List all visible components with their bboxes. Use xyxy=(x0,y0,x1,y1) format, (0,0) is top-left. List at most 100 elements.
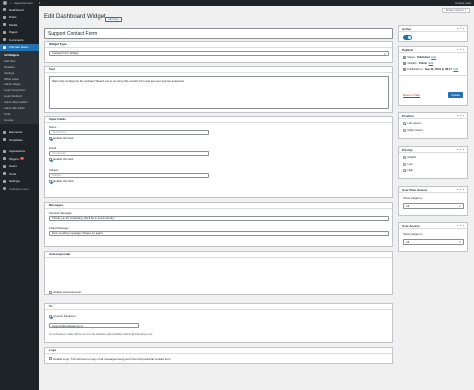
wrench-icon xyxy=(3,172,6,176)
subject-label: Subject xyxy=(49,168,59,172)
subject-placeholder-input[interactable]: Subject xyxy=(49,172,209,178)
text-heading: Text xyxy=(45,67,392,73)
home-icon: ⌂ xyxy=(10,1,12,5)
dashboard-widget-icon xyxy=(3,45,6,49)
sidebar-collapse-menu[interactable]: Collapse menu xyxy=(0,185,39,193)
logs-box: Logs Enable Logs. This will store a copy… xyxy=(44,347,393,364)
user-access-select[interactable]: All ▼ xyxy=(403,239,464,245)
users-icon xyxy=(3,164,6,168)
sidebar-item-tools[interactable]: Tools xyxy=(0,170,39,178)
email-label: Email xyxy=(49,146,56,150)
sidebar-item-comments[interactable]: Comments xyxy=(0,36,39,44)
success-message-label: Success Message xyxy=(49,211,72,215)
enable-logs-checkbox[interactable]: Enable Logs. This will store a copy of a… xyxy=(49,357,171,361)
radio-selected xyxy=(403,122,406,125)
radio-unselected xyxy=(403,128,406,132)
sidebar-item-ultimate-dashboard[interactable]: Ultimate Dash... xyxy=(0,43,39,51)
key-icon xyxy=(403,56,406,59)
position-right-radio[interactable]: Right column xyxy=(403,128,423,132)
elementor-icon xyxy=(3,130,6,134)
status-row: Status: Published Edit xyxy=(403,56,436,59)
recipient-email-input[interactable]: support@smartagency.io xyxy=(49,323,139,328)
wordpress-logo-icon[interactable] xyxy=(3,1,7,5)
sidebar-submenu: All Widgets Add New Modules Settings Whi… xyxy=(0,51,39,124)
updates-count[interactable]: 1 xyxy=(39,1,41,5)
autoresponder-heading: Autoresponder xyxy=(45,252,392,258)
box-controls-icon[interactable]: ▲▼▲ xyxy=(457,115,465,117)
main-content: Screen Options ▾ Edit Dashboard Widget Ad… xyxy=(39,6,474,390)
update-button[interactable]: Update xyxy=(447,92,463,98)
box-controls-icon[interactable]: ▲▼▲ xyxy=(457,149,465,151)
templates-icon xyxy=(3,138,6,142)
sidebar-item-pages[interactable]: Pages xyxy=(0,29,39,37)
position-box: Position ▲▼▲ Left column Right column xyxy=(398,112,468,139)
box-controls-icon[interactable]: ▲▼▲ xyxy=(457,49,465,51)
text-textarea[interactable]: Want help configuring the website? Reach… xyxy=(49,76,389,109)
priority-default-radio[interactable]: Default xyxy=(403,156,416,159)
success-message-input[interactable]: Thank you for contacting. We'll be in to… xyxy=(49,215,389,221)
widget-title-input[interactable]: Support Contact Form xyxy=(44,28,393,39)
user-role-select[interactable]: All ▼ xyxy=(403,203,464,209)
visibility-edit-link[interactable]: Edit xyxy=(429,62,434,65)
email-enable-checkbox[interactable]: Enable this field xyxy=(49,157,73,161)
box-controls-icon[interactable]: ▲▼▲ xyxy=(457,225,465,227)
settings-icon xyxy=(3,179,6,183)
pin-icon xyxy=(3,15,6,19)
screen-options-button[interactable]: Screen Options ▾ xyxy=(441,7,470,13)
email-placeholder-input[interactable]: Your Email xyxy=(49,150,209,156)
checkbox-unchecked xyxy=(49,357,52,360)
visibility-row: Visibility: Public Edit xyxy=(403,62,433,65)
radio-selected xyxy=(403,169,406,172)
messages-box: Messages Success Message Thank you for c… xyxy=(44,202,393,247)
sidebar-item-users[interactable]: Users xyxy=(0,163,39,171)
sidebar-item-templates[interactable]: Templates xyxy=(0,136,39,144)
dashboard-icon xyxy=(3,8,6,12)
chevron-down-icon: ▾ xyxy=(464,8,466,12)
active-toggle[interactable] xyxy=(403,35,412,40)
enable-autoresponder-checkbox[interactable]: Enable Autoresponder xyxy=(49,290,81,294)
priority-low-radio[interactable]: Low xyxy=(403,162,412,166)
sidebar-item-plugins[interactable]: Plugins 6 xyxy=(0,155,39,163)
sidebar-item-elementor[interactable]: Elementor xyxy=(0,129,39,137)
sidebar-item-dashboard[interactable]: Dashboard xyxy=(0,6,39,14)
move-to-trash-link[interactable]: Move to Trash xyxy=(403,94,420,97)
add-new-button[interactable]: Add New xyxy=(105,17,122,22)
checkbox-checked xyxy=(49,314,52,318)
chevron-down-icon: ▼ xyxy=(383,52,386,56)
user-role-access-box: User Role Access ▲▼▲ Show widget to: All ▼ xyxy=(398,186,468,216)
publish-box: Publish ▲▼▲ Status: Published Edit Visibili… xyxy=(398,46,468,106)
comment-icon xyxy=(3,38,6,42)
box-controls-icon[interactable]: ▲▼▲ xyxy=(457,28,465,30)
logs-heading: Logs xyxy=(45,348,392,354)
submenu-license[interactable]: License xyxy=(0,117,39,123)
box-controls-icon[interactable]: ▲▼▲ xyxy=(457,189,465,191)
custom-recipient-checkbox[interactable]: Custom Recipient xyxy=(49,314,76,318)
sidebar-item-appearance[interactable]: Appearance xyxy=(0,148,39,156)
failed-message-label: Failed Message xyxy=(49,226,69,230)
howdy-user[interactable]: Howdy, jaoli xyxy=(455,1,471,5)
subject-enable-checkbox[interactable]: Enable this field xyxy=(49,179,73,183)
admin-bar-site[interactable]: ⌂ mayorpor.com xyxy=(10,1,33,5)
media-icon xyxy=(3,23,6,27)
published-edit-link[interactable]: Edit xyxy=(454,68,459,71)
plug-icon xyxy=(3,157,6,161)
active-heading: Active ▲▼▲ xyxy=(399,26,467,32)
radio-unselected xyxy=(403,162,406,166)
radio-unselected xyxy=(403,156,406,159)
name-placeholder-input[interactable]: Your Name xyxy=(49,129,209,135)
sidebar-item-media[interactable]: Media xyxy=(0,21,39,29)
status-edit-link[interactable]: Edit xyxy=(431,56,436,59)
failed-message-input[interactable]: Error sending message. Please try again. xyxy=(49,230,389,236)
widget-type-select[interactable]: Contact Form Widget ▼ xyxy=(49,50,389,56)
active-box: Active ▲▼▲ xyxy=(398,25,468,42)
position-left-radio[interactable]: Left column xyxy=(403,122,421,125)
priority-box: Priority ▲▼▲ Default Low High xyxy=(398,146,468,179)
priority-high-radio[interactable]: High xyxy=(403,169,413,172)
position-heading: Position ▲▼▲ xyxy=(399,113,467,119)
admin-sidebar: Dashboard Posts Media Pages Comments Ult… xyxy=(0,6,39,390)
name-enable-checkbox[interactable]: Enable this field xyxy=(49,136,73,140)
sidebar-item-settings[interactable]: Settings xyxy=(0,178,39,186)
checkbox-checked xyxy=(49,136,52,140)
checkbox-checked xyxy=(49,179,52,183)
sidebar-item-posts[interactable]: Posts xyxy=(0,14,39,22)
